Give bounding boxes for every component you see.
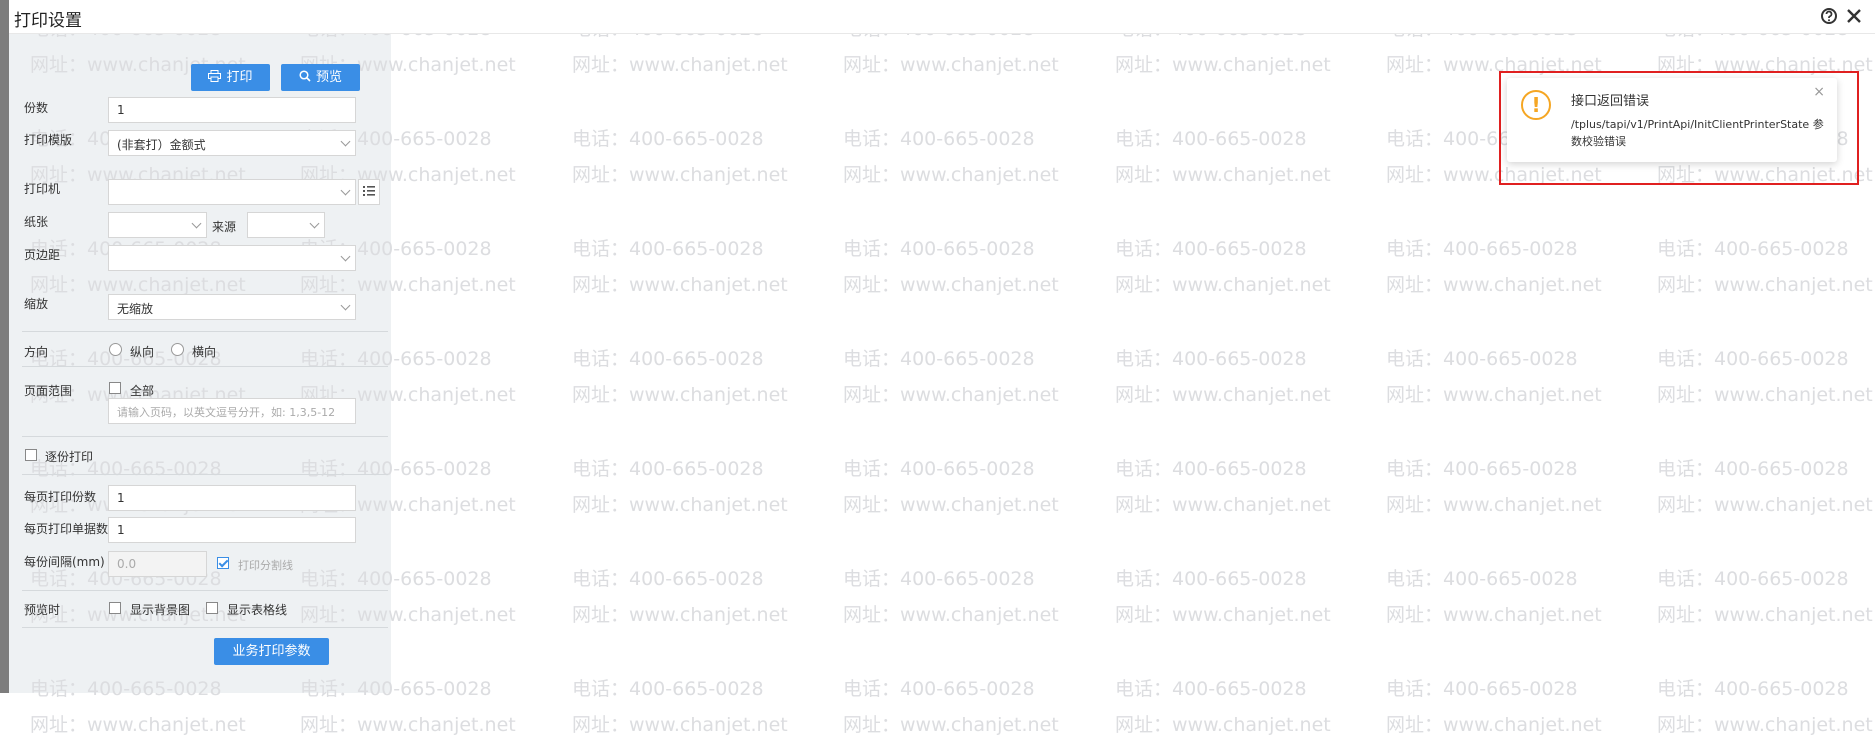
error-toast: ! 接口返回错误 /tplus/tapi/v1/PrintApi/InitCli…	[1507, 78, 1837, 162]
portrait-label: 纵向	[130, 345, 155, 359]
copies-per-page-label: 每页打印份数	[24, 490, 97, 504]
watermark-site: 网址：www.chanjet.net	[843, 714, 1059, 736]
watermark-site: 网址：www.chanjet.net	[1115, 714, 1331, 736]
interval-input[interactable]: 0.0	[108, 551, 207, 577]
interval-label: 每份间隔(mm)	[24, 555, 105, 569]
divider	[22, 474, 388, 475]
template-value: (非套打）金额式	[117, 138, 206, 152]
paper-select[interactable]	[108, 212, 207, 238]
chevron-down-icon	[309, 218, 320, 229]
chevron-down-icon	[340, 300, 351, 311]
separator-checkbox[interactable]	[217, 557, 229, 569]
help-circle-icon[interactable]	[1820, 7, 1838, 25]
printer-select[interactable]	[108, 179, 356, 205]
orientation-label: 方向	[24, 345, 49, 359]
template-label: 打印模版	[24, 133, 73, 147]
divider	[22, 627, 388, 628]
scale-value: 无缩放	[117, 302, 154, 316]
docs-per-page-label: 每页打印单据数	[24, 522, 109, 536]
show-background-label: 显示背景图	[130, 603, 191, 617]
portrait-radio[interactable]	[109, 343, 122, 356]
copies-label: 份数	[24, 101, 49, 115]
divider	[22, 436, 388, 437]
landscape-radio[interactable]	[171, 343, 184, 356]
separator-label: 打印分割线	[238, 559, 293, 572]
chevron-down-icon	[340, 185, 351, 196]
toast-title: 接口返回错误	[1571, 94, 1650, 109]
page-range-placeholder: 请输入页码，以英文逗号分开，如: 1,3,5-12	[117, 406, 336, 419]
watermark-site: 网址：www.chanjet.net	[1657, 714, 1873, 736]
preview-label: 预览	[315, 70, 342, 85]
watermark-site: 网址：www.chanjet.net	[30, 714, 246, 736]
toast-close-icon[interactable]: ×	[1813, 84, 1825, 100]
copies-per-page-input[interactable]: 1	[108, 485, 356, 511]
print-button[interactable]: 打印	[191, 64, 270, 91]
watermark-site: 网址：www.chanjet.net	[572, 714, 788, 736]
close-icon[interactable]	[1845, 7, 1863, 25]
collate-checkbox[interactable]	[25, 449, 37, 461]
scale-label: 缩放	[24, 297, 49, 311]
chevron-down-icon	[340, 251, 351, 262]
copies-input[interactable]: 1	[108, 97, 356, 123]
watermark-site: 网址：www.chanjet.net	[300, 714, 516, 736]
margin-label: 页边距	[24, 248, 61, 262]
dialog-titlebar: 打印设置	[0, 0, 1875, 34]
page-range-all-label: 全部	[130, 384, 155, 398]
landscape-label: 横向	[192, 345, 217, 359]
show-background-checkbox[interactable]	[109, 602, 121, 614]
scale-select[interactable]: 无缩放	[108, 294, 356, 320]
show-grid-label: 显示表格线	[227, 603, 288, 617]
template-select[interactable]: (非套打）金额式	[108, 130, 356, 156]
divider	[22, 331, 388, 332]
search-icon	[299, 70, 311, 82]
show-grid-checkbox[interactable]	[206, 602, 218, 614]
preview-when-label: 预览时	[24, 603, 61, 617]
docs-per-page-input[interactable]: 1	[108, 517, 356, 543]
margin-select[interactable]	[108, 245, 356, 271]
source-select[interactable]	[247, 212, 325, 238]
watermark-site: 网址：www.chanjet.net	[1386, 714, 1602, 736]
chevron-down-icon	[340, 136, 351, 147]
page-range-input[interactable]: 请输入页码，以英文逗号分开，如: 1,3,5-12	[108, 398, 356, 424]
preview-button[interactable]: 预览	[281, 64, 360, 91]
printer-list-button[interactable]	[358, 179, 380, 205]
paper-label: 纸张	[24, 215, 49, 229]
printer-icon	[208, 70, 222, 82]
page-range-label: 页面范围	[24, 384, 73, 398]
divider	[22, 590, 388, 591]
business-print-params-button[interactable]: 业务打印参数	[214, 638, 329, 665]
page-range-all-checkbox[interactable]	[109, 382, 121, 394]
window-left-edge	[0, 0, 9, 693]
collate-label: 逐份打印	[45, 450, 94, 464]
divider	[22, 366, 388, 367]
source-label: 来源	[212, 220, 237, 234]
print-label: 打印	[226, 70, 253, 85]
toast-message: /tplus/tapi/v1/PrintApi/InitClientPrinte…	[1571, 118, 1824, 148]
chevron-down-icon	[191, 218, 202, 229]
printer-label: 打印机	[24, 182, 61, 196]
list-icon	[363, 186, 375, 196]
warning-icon: !	[1521, 90, 1551, 120]
dialog-title: 打印设置	[14, 11, 82, 31]
